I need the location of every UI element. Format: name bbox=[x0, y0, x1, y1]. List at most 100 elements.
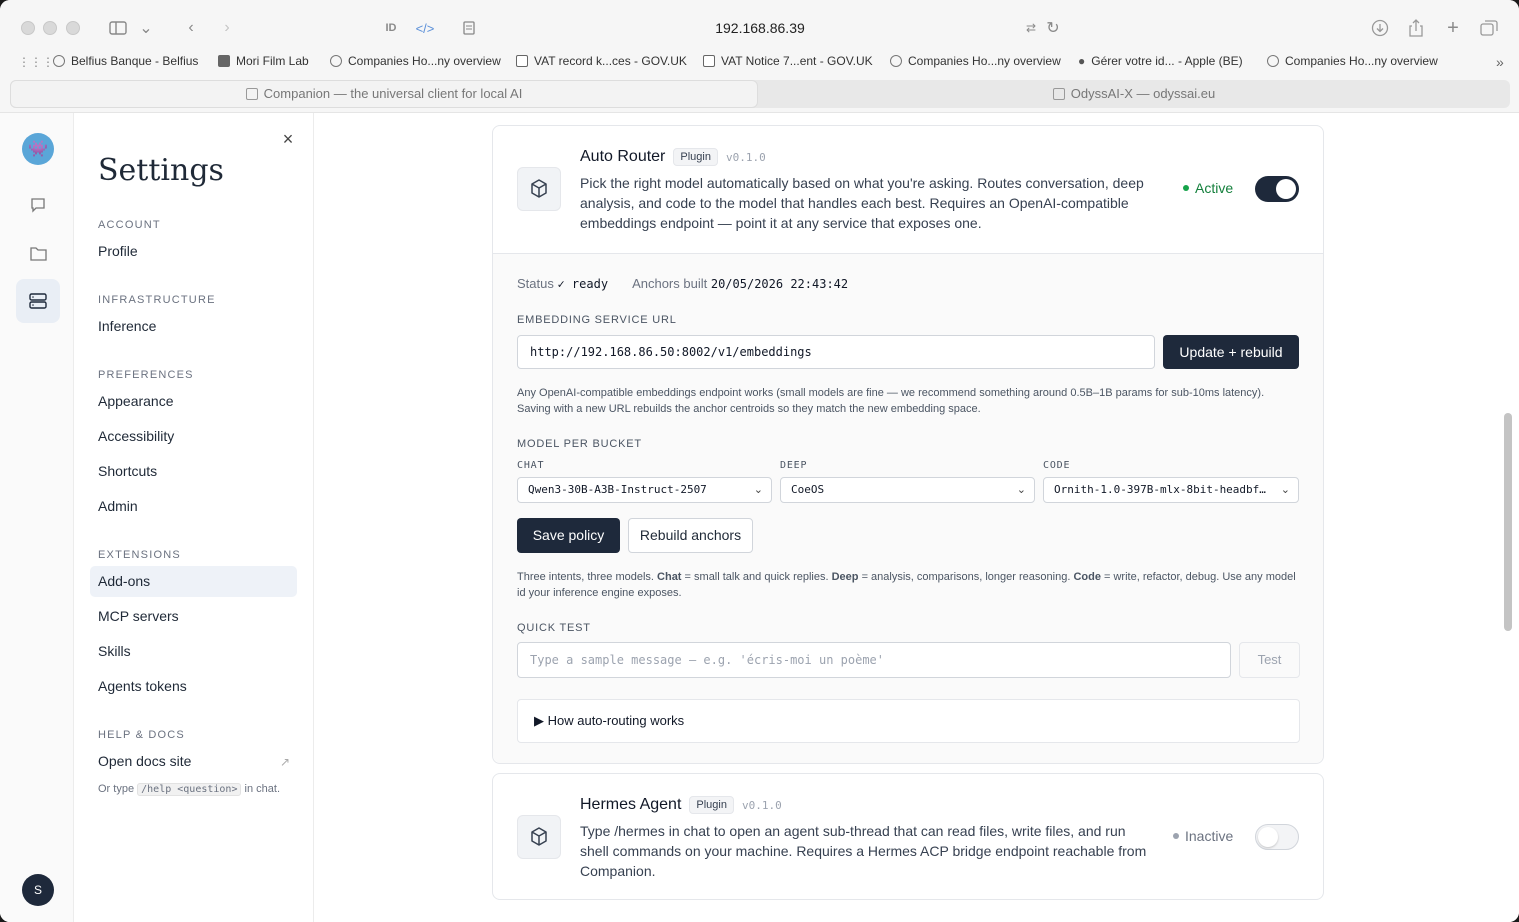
plugin-version: v0.1.0 bbox=[725, 150, 766, 164]
chevron-down-icon[interactable]: ⌄ bbox=[139, 16, 153, 40]
rebuild-anchors-button[interactable]: Rebuild anchors bbox=[628, 518, 753, 553]
address-bar[interactable]: 192.168.86.39 bbox=[560, 16, 960, 40]
bookmark-item[interactable]: Companies Ho...ny overview bbox=[890, 54, 1061, 68]
sidebar-item-profile[interactable]: Profile bbox=[90, 236, 297, 267]
plugin-name: Hermes Agent bbox=[580, 796, 682, 813]
forward-icon[interactable]: › bbox=[219, 16, 235, 40]
embedding-help-text: Any OpenAI-compatible embeddings endpoin… bbox=[517, 387, 1265, 415]
quick-test-input[interactable]: Type a sample message — e.g. 'écris-moi … bbox=[517, 642, 1231, 678]
plugin-config: Status ✓ ready Anchors built 20/05/2026 … bbox=[493, 253, 1323, 763]
sidebar-item-open-docs[interactable]: Open docs site bbox=[90, 746, 297, 777]
browser-window: ⌄ ‹ › ID </> 192.168.86.39 ⇄ ↻ + ⋮⋮⋮ Bel… bbox=[0, 0, 1519, 922]
settings-sidebar: × Settings ACCOUNT Profile INFRASTRUCTUR… bbox=[74, 113, 314, 922]
chevron-down-icon: ⌄ bbox=[753, 483, 763, 496]
embedding-url-input[interactable]: http://192.168.86.50:8002/v1/embeddings bbox=[517, 335, 1155, 369]
sidebar-item-appearance[interactable]: Appearance bbox=[90, 386, 297, 417]
section-label-preferences: PREFERENCES bbox=[98, 369, 194, 381]
download-icon[interactable] bbox=[1371, 16, 1389, 40]
sidebar-item-shortcuts[interactable]: Shortcuts bbox=[90, 456, 297, 487]
maximize-window-button[interactable] bbox=[66, 21, 80, 35]
bucket-code-select[interactable]: Ornith-1.0-397B-mlx-8bit-headbf… ⌄ bbox=[1043, 477, 1299, 503]
status-field: Status ✓ ready bbox=[517, 276, 609, 291]
plugin-card-auto-router: Auto Router Plugin v0.1.0 Pick the right… bbox=[492, 125, 1324, 764]
chevron-down-icon: ⌄ bbox=[1016, 483, 1026, 496]
globe-icon bbox=[1267, 55, 1279, 67]
tab-companion[interactable]: Companion — the universal client for loc… bbox=[10, 80, 758, 108]
close-icon[interactable]: × bbox=[280, 130, 296, 148]
bookmark-item[interactable]: Companies Ho...ny overview bbox=[330, 54, 501, 68]
plugin-description: Pick the right model automatically based… bbox=[580, 175, 1144, 231]
sidebar-item-inference[interactable]: Inference bbox=[90, 311, 297, 342]
model-bucket-label: MODEL PER BUCKET bbox=[517, 438, 642, 450]
scrollbar[interactable] bbox=[1504, 413, 1512, 631]
page-title: Settings bbox=[98, 153, 224, 188]
chat-bubble-icon[interactable] bbox=[16, 183, 60, 227]
save-policy-button[interactable]: Save policy bbox=[517, 518, 620, 553]
globe-icon bbox=[53, 55, 65, 67]
tab-overview-icon[interactable] bbox=[1479, 16, 1499, 40]
plugin-card-hermes-agent: Hermes Agent Plugin v0.1.0 Type /hermes … bbox=[492, 773, 1324, 900]
bookmark-item[interactable]: Belfius Banque - Belfius bbox=[53, 54, 198, 68]
embedding-url-label: EMBEDDING SERVICE URL bbox=[517, 314, 677, 326]
share-icon[interactable] bbox=[1407, 16, 1425, 40]
bucket-code-label: CODE bbox=[1043, 460, 1071, 471]
plugin-toggle[interactable] bbox=[1255, 824, 1299, 850]
translate-icon[interactable]: ⇄ bbox=[1022, 16, 1040, 40]
plugin-card-header: Hermes Agent Plugin v0.1.0 Type /hermes … bbox=[493, 774, 1323, 901]
sidebar-item-add-ons[interactable]: Add-ons bbox=[90, 566, 297, 597]
id-extension-icon[interactable]: ID bbox=[381, 16, 401, 40]
tab-bar: Companion — the universal client for loc… bbox=[10, 80, 1510, 108]
cube-icon bbox=[517, 815, 561, 859]
bookmark-item[interactable]: Companies Ho...ny overview bbox=[1267, 54, 1438, 68]
minimize-window-button[interactable] bbox=[43, 21, 57, 35]
tab-odyssai[interactable]: OdyssAI-X — odyssai.eu bbox=[758, 80, 1510, 108]
code-extension-icon[interactable]: </> bbox=[414, 16, 436, 40]
plugin-version: v0.1.0 bbox=[741, 798, 782, 812]
external-link-icon: ↗ bbox=[280, 755, 291, 769]
status-badge: Inactive bbox=[1173, 828, 1233, 844]
section-label-extensions: EXTENSIONS bbox=[98, 549, 181, 561]
section-label-help-docs: HELP & DOCS bbox=[98, 729, 185, 741]
intents-help-text: Three intents, three models. Chat = smal… bbox=[517, 571, 1296, 599]
avatar[interactable]: S bbox=[22, 874, 54, 906]
toggle-knob bbox=[1258, 827, 1278, 847]
bookmarks-bar: ⋮⋮⋮ Belfius Banque - Belfius Mori Film L… bbox=[0, 50, 1519, 74]
more-bookmarks-icon[interactable]: » bbox=[1496, 54, 1504, 70]
status-value: ✓ ready bbox=[557, 277, 609, 291]
sidebar-item-mcp-servers[interactable]: MCP servers bbox=[90, 601, 297, 632]
sidebar-item-admin[interactable]: Admin bbox=[90, 491, 297, 522]
sidebar-item-skills[interactable]: Skills bbox=[90, 636, 297, 667]
sidebar-item-accessibility[interactable]: Accessibility bbox=[90, 421, 297, 452]
close-window-button[interactable] bbox=[21, 21, 35, 35]
apps-grid-icon[interactable]: ⋮⋮⋮ bbox=[18, 55, 54, 69]
section-label-infrastructure: INFRASTRUCTURE bbox=[98, 294, 216, 306]
reload-icon[interactable]: ↻ bbox=[1045, 16, 1061, 40]
bookmark-item[interactable]: Mori Film Lab bbox=[218, 54, 309, 68]
test-button[interactable]: Test bbox=[1239, 642, 1300, 678]
bookmark-item[interactable]: VAT record k...ces - GOV.UK bbox=[516, 54, 687, 68]
sidebar-toggle-icon[interactable] bbox=[108, 16, 128, 40]
plugin-title: Auto Router Plugin v0.1.0 bbox=[580, 148, 766, 166]
space-invader-icon[interactable]: 👾 bbox=[22, 133, 54, 165]
plugin-badge: Plugin bbox=[689, 796, 734, 814]
reader-icon[interactable] bbox=[460, 16, 478, 40]
plugin-card-header: Auto Router Plugin v0.1.0 Pick the right… bbox=[493, 126, 1323, 253]
bucket-deep-select[interactable]: CoeOS ⌄ bbox=[780, 477, 1035, 503]
sidebar-item-agents-tokens[interactable]: Agents tokens bbox=[90, 671, 297, 702]
globe-icon bbox=[330, 55, 342, 67]
docs-hint: Or type /help <question> in chat. bbox=[98, 783, 280, 796]
new-tab-icon[interactable]: + bbox=[1444, 16, 1462, 40]
folder-icon[interactable] bbox=[16, 231, 60, 275]
how-routing-works-disclosure[interactable]: ▶ How auto-routing works bbox=[517, 699, 1300, 743]
bookmark-item[interactable]: ● Gérer votre id... - Apple (BE) bbox=[1078, 54, 1243, 68]
bucket-chat-select[interactable]: Qwen3-30B-A3B-Instruct-2507 ⌄ bbox=[517, 477, 772, 503]
plugin-title: Hermes Agent Plugin v0.1.0 bbox=[580, 796, 782, 814]
update-rebuild-button[interactable]: Update + rebuild bbox=[1163, 335, 1299, 369]
bucket-chat-label: CHAT bbox=[517, 460, 545, 471]
anchors-field: Anchors built 20/05/2026 22:43:42 bbox=[632, 276, 849, 291]
back-icon[interactable]: ‹ bbox=[183, 16, 199, 40]
icon-rail: 👾 S bbox=[0, 113, 74, 922]
server-icon[interactable] bbox=[16, 279, 60, 323]
bookmark-item[interactable]: VAT Notice 7...ent - GOV.UK bbox=[703, 54, 873, 68]
plugin-toggle[interactable] bbox=[1255, 176, 1299, 202]
